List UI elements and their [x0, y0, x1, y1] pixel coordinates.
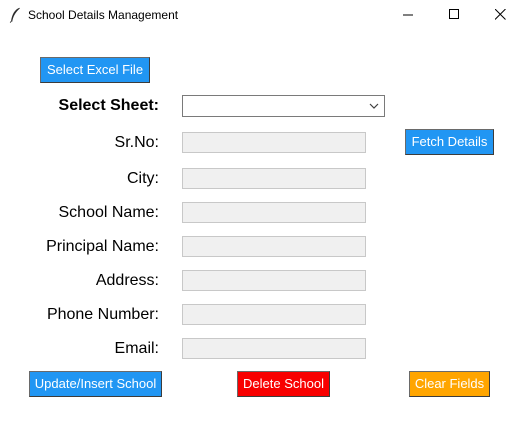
- city-label: City:: [127, 170, 159, 187]
- close-icon: [495, 9, 506, 20]
- email-label: Email:: [114, 340, 159, 357]
- maximize-icon: [449, 9, 459, 19]
- school-name-label: School Name:: [58, 204, 160, 221]
- sr-no-input[interactable]: [182, 132, 366, 153]
- phone-number-input[interactable]: [182, 304, 366, 325]
- delete-school-button[interactable]: Delete School: [237, 371, 330, 397]
- city-input[interactable]: [182, 168, 366, 189]
- school-name-input[interactable]: [182, 202, 366, 223]
- email-input[interactable]: [182, 338, 366, 359]
- address-label: Address:: [95, 272, 159, 289]
- select-excel-file-button[interactable]: Select Excel File: [40, 57, 150, 83]
- chevron-down-icon: [369, 103, 379, 109]
- principal-name-label: Principal Name:: [46, 238, 159, 255]
- clear-fields-button[interactable]: Clear Fields: [409, 371, 490, 397]
- principal-name-input[interactable]: [182, 236, 366, 257]
- feather-icon: [9, 7, 20, 23]
- address-input[interactable]: [182, 270, 366, 291]
- sr-no-label: Sr.No:: [114, 134, 159, 151]
- select-sheet-label: Select Sheet:: [58, 97, 159, 114]
- update-insert-school-button[interactable]: Update/Insert School: [29, 371, 162, 397]
- maximize-button[interactable]: [431, 0, 477, 30]
- phone-number-label: Phone Number:: [46, 306, 159, 323]
- window-title: School Details Management: [28, 8, 179, 22]
- close-button[interactable]: [477, 0, 523, 30]
- sheet-select[interactable]: [182, 95, 385, 117]
- title-bar: School Details Management: [0, 0, 523, 30]
- fetch-details-button[interactable]: Fetch Details: [405, 129, 494, 155]
- minimize-icon: [403, 14, 413, 16]
- minimize-button[interactable]: [385, 0, 431, 30]
